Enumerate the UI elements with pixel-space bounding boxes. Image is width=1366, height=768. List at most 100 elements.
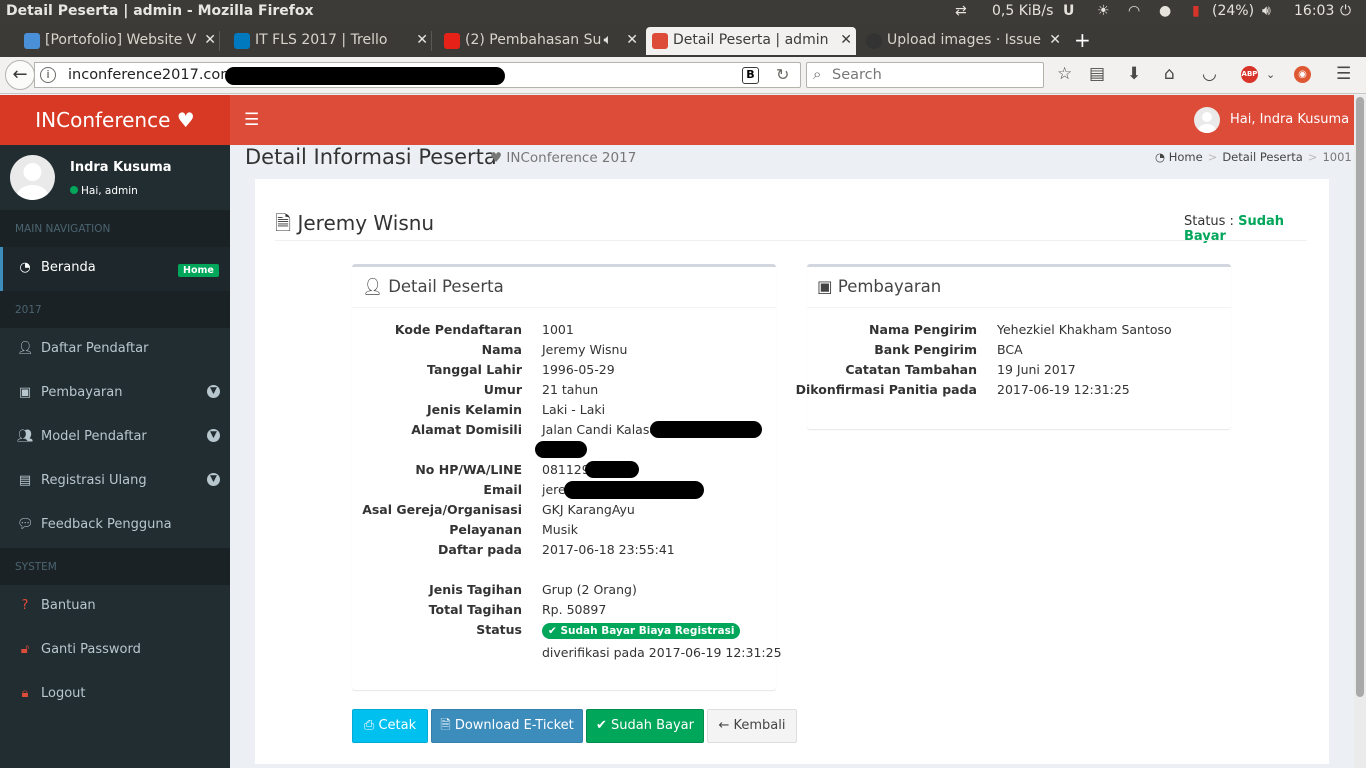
breadcrumb-home[interactable]: Home [1169,150,1203,164]
adblock-icon[interactable]: ABP [1241,66,1258,83]
user-icon: 👤︎ [362,277,383,296]
info-icon[interactable]: i [40,67,56,83]
sidebar-item-beranda[interactable]: ◔ Beranda Home [0,247,230,291]
detail-box: 🗎︎ Jeremy Wisnu Status : Sudah Bayar 👤︎ … [255,179,1329,764]
pocket-icon[interactable]: ◡ [1202,64,1217,84]
print-icon: ⎙ [363,718,379,733]
row-key: Catatan Tambahan [845,362,977,377]
u-app-icon[interactable]: U [1063,3,1074,19]
status-label: Status : [1184,214,1234,229]
topbar-user-name[interactable]: Hai, Indra Kusuma [1230,112,1349,127]
row-value: 2017-06-18 23:55:41 [542,542,675,557]
row-value: jere [542,482,566,497]
browser-tab-active[interactable]: Detail Peserta | admin ✕ [646,27,856,55]
search-box[interactable]: ⌕ Search [806,62,1044,88]
back-button[interactable]: ← [5,60,35,90]
browser-tab[interactable]: (2) Pembahasan Su 🔈︎ ✕ [438,27,642,55]
button-label: Kembali [733,718,786,733]
app-top-navbar: ☰ Hai, Indra Kusuma [230,95,1354,145]
row-key: Nama Pengirim [869,322,977,337]
download-icon[interactable]: ⬇ [1127,64,1141,84]
tab-close-icon[interactable]: ✕ [840,32,852,48]
sudah-bayar-button[interactable]: ✔ Sudah Bayar [586,709,704,743]
tab-close-icon[interactable]: ✕ [416,32,428,48]
unlock-icon: 🔓︎ [20,642,30,657]
browser-tab[interactable]: IT FLS 2017 | Trello ✕ [228,27,432,55]
user-plus-icon: 👤︎ [17,341,34,356]
clock[interactable]: 16:03 [1294,3,1334,19]
tab-close-icon[interactable]: ✕ [626,32,638,48]
page-subtitle: ♥ INConference 2017 [490,150,636,166]
browser-nav-bar: ← i inconference2017.com B ↻ ⌕ Search ☆ … [0,57,1366,94]
user-avatar-small[interactable] [1194,107,1220,133]
sidebar-item-ganti-password[interactable]: 🔓︎ Ganti Password [0,629,230,673]
bookmark-star-icon[interactable]: ☆ [1057,64,1072,84]
lightbulb-icon[interactable]: ☀ [1097,3,1110,19]
panel-title: 👤︎ Detail Peserta [362,277,504,297]
button-label: Cetak [378,718,417,733]
battery-icon[interactable]: ▮ [1192,3,1200,19]
sidebar-item-pembayaran[interactable]: ▣ Pembayaran ▼ [0,372,230,416]
page-scrollbar[interactable] [1354,95,1366,768]
home-icon[interactable]: ⌂ [1164,64,1175,84]
sidebar-item-logout[interactable]: 🔒︎ Logout [0,673,230,717]
row-value: Yehezkiel Khakham Santoso [997,322,1172,337]
row-value: BCA [997,342,1023,357]
sidebar-toggle-icon[interactable]: ☰ [244,110,259,130]
app-logo[interactable]: INConference ♥ [0,95,230,145]
sidebar-item-label: Logout [41,686,86,701]
status-badge-text: Sudah Bayar Biaya Registrasi [560,625,735,637]
sidebar-item-label: Beranda [41,260,96,275]
redaction-mark [225,67,505,85]
participant-name: Jeremy Wisnu [297,211,435,235]
redaction-mark [535,441,587,458]
row-key: Umur [483,382,522,397]
sidebar-item-feedback-pengguna[interactable]: 💬︎ Feedback Pengguna [0,504,230,548]
sidebar-item-daftar-pendaftar[interactable]: 👤︎ Daftar Pendaftar [0,328,230,372]
file-text-icon: 🗎︎ [275,211,292,235]
row-key: Kode Pendaftaran [394,322,522,337]
kembali-button[interactable]: ← Kembali [707,709,797,743]
search-icon: ⌕ [813,65,822,83]
volume-icon[interactable]: 🔊︎ [1262,3,1271,19]
duckduckgo-icon[interactable]: ◉ [1294,66,1311,83]
redaction-mark [585,461,639,478]
browser-tab[interactable]: [Portofolio] Website V ✕ [18,27,220,55]
sidebar-item-model-pendaftar[interactable]: 👥︎ Model Pendaftar ▼ [0,416,230,460]
breadcrumb-detail[interactable]: Detail Peserta [1222,150,1302,164]
participant-name-heading: 🗎︎ Jeremy Wisnu [275,209,434,243]
reload-icon[interactable]: ↻ [776,65,789,84]
sidebar-item-registrasi-ulang[interactable]: ▤ Registrasi Ulang ▼ [0,460,230,504]
new-tab-icon[interactable]: + [1074,28,1091,52]
sidebar-header-2017: 2017 [0,291,230,328]
tab-audio-icon[interactable]: 🔈︎ [604,32,612,48]
sidebar-item-label: Feedback Pengguna [41,517,172,532]
tab-favicon-icon [444,33,460,49]
tab-separator [219,31,220,51]
power-icon[interactable]: ⏻ [1340,3,1351,19]
menu-hamburger-icon[interactable]: ☰ [1336,64,1351,84]
sidebar-user-status-text: Hai, admin [81,185,138,197]
cetak-button[interactable]: ⎙ Cetak [352,709,428,743]
tab-favicon-icon [652,33,668,49]
panel-title-text: Pembayaran [837,277,942,296]
browser-tab[interactable]: Upload images · Issue ✕ [860,27,1065,55]
reader-b-icon[interactable]: B [742,67,759,84]
row-key: Dikonfirmasi Panitia pada [795,382,977,397]
chevron-down-icon[interactable]: ⌄ [1266,68,1275,81]
sidebar-item-label: Registrasi Ulang [41,473,147,488]
reading-list-icon[interactable]: ▤ [1089,64,1105,84]
dashboard-icon: ◔ [19,260,31,275]
download-eticket-button[interactable]: 🗎︎ Download E-Ticket [431,709,583,743]
panel-title: ▣ Pembayaran [817,277,941,296]
row-value: Laki - Laki [542,402,606,417]
sidebar-header-system: SYSTEM [0,548,230,585]
sidebar-item-bantuan[interactable]: ? Bantuan [0,585,230,629]
wifi-icon[interactable]: ◠ [1128,3,1140,19]
row-key: Tanggal Lahir [427,362,522,377]
chat-icon[interactable]: ● [1159,3,1171,19]
tab-close-icon[interactable]: ✕ [204,32,216,48]
scrollbar-thumb[interactable] [1356,97,1364,697]
tab-close-icon[interactable]: ✕ [1049,32,1061,48]
url-bar[interactable]: i inconference2017.com B ↻ [34,62,801,88]
